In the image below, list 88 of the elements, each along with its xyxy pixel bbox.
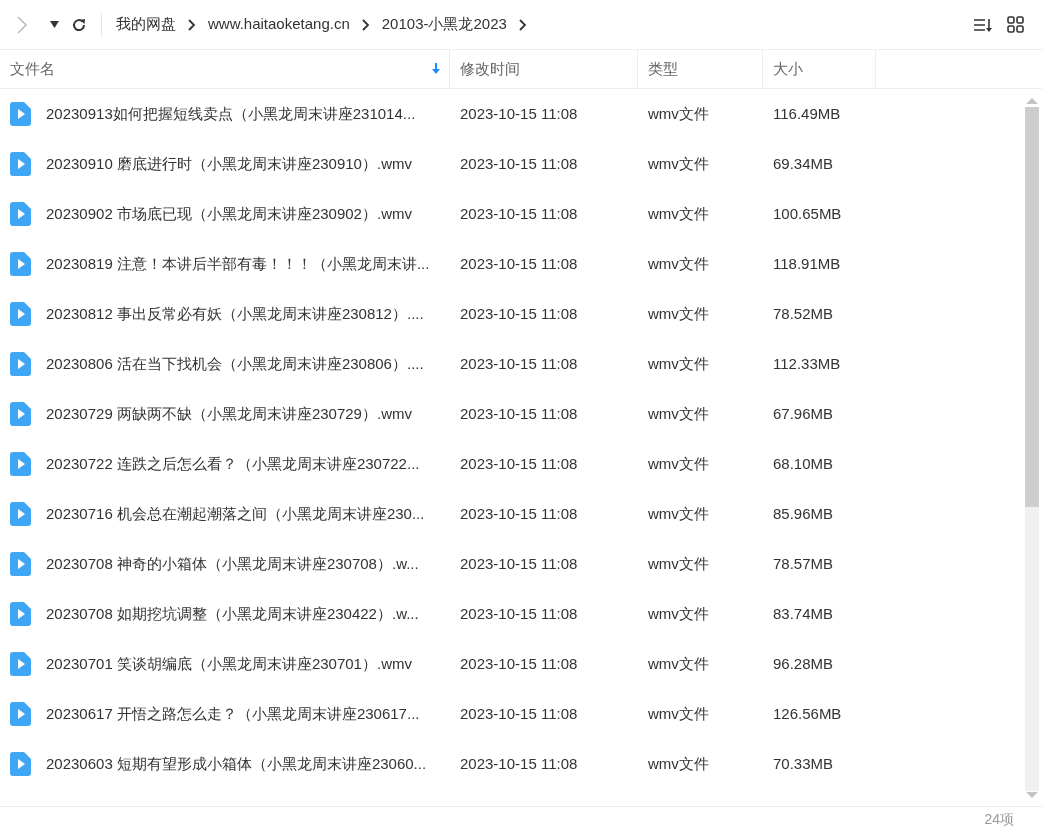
refresh-icon[interactable] — [71, 16, 87, 33]
file-type: wmv文件 — [648, 404, 709, 422]
video-file-icon — [10, 152, 31, 176]
column-header[interactable]: 大小 — [763, 50, 876, 88]
chevron-icon — [188, 18, 196, 31]
grid-view-icon[interactable] — [1007, 16, 1024, 33]
chevron-icon — [361, 18, 370, 31]
breadcrumb-link[interactable]: 20103-小黑龙2023 — [381, 13, 507, 36]
video-file-icon — [10, 402, 31, 426]
video-file-icon — [10, 702, 31, 726]
file-size: 78.52MB — [773, 304, 834, 322]
file-name[interactable]: 20230617 开悟之路怎么走？（小黑龙周末讲座230617... — [46, 702, 420, 726]
scroll-up-icon[interactable] — [1025, 95, 1039, 105]
modified-time: 2023-10-15 11:08 — [460, 654, 578, 672]
file-name[interactable]: 20230812 事出反常必有妖（小黑龙周末讲座230812）.... — [46, 302, 424, 326]
file-name[interactable]: 20230902 市场底已现（小黑龙周末讲座230902）.wmv — [46, 202, 412, 226]
modified-time: 2023-10-15 11:08 — [460, 454, 578, 472]
item-count: 24项 — [984, 809, 1014, 829]
file-name[interactable]: 20230910 磨底进行时（小黑龙周末讲座230910）.wmv — [46, 152, 412, 176]
modified-time: 2023-10-15 11:08 — [460, 554, 578, 572]
modified-time: 2023-10-15 11:08 — [460, 504, 578, 522]
file-size: 69.34MB — [773, 154, 834, 172]
file-name[interactable]: 20230708 神奇的小箱体（小黑龙周末讲座230708）.w... — [46, 552, 419, 576]
file-type: wmv文件 — [648, 604, 709, 622]
file-size: 116.49MB — [773, 104, 841, 122]
file-type: wmv文件 — [648, 704, 709, 722]
video-file-icon — [10, 202, 31, 226]
video-file-icon — [10, 252, 31, 276]
modified-time: 2023-10-15 11:08 — [460, 204, 578, 222]
breadcrumb-link[interactable]: www.haitaoketang.cn — [208, 13, 350, 36]
file-type: wmv文件 — [648, 204, 709, 222]
column-header[interactable]: 类型 — [638, 50, 763, 88]
file-name[interactable]: 20230603 短期有望形成小箱体（小黑龙周末讲座23060... — [46, 752, 427, 776]
modified-time: 2023-10-15 11:08 — [460, 254, 578, 272]
video-file-icon — [10, 502, 31, 526]
file-size: 83.74MB — [773, 604, 834, 622]
file-type: wmv文件 — [648, 354, 709, 372]
video-file-icon — [10, 602, 31, 626]
chevron-icon — [518, 18, 527, 31]
scrollbar-thumb[interactable] — [1025, 107, 1039, 507]
file-name[interactable]: 20230701 笑谈胡编底（小黑龙周末讲座230701）.wmv — [46, 652, 412, 676]
modified-time: 2023-10-15 11:08 — [460, 154, 578, 172]
file-size: 78.57MB — [773, 554, 834, 572]
video-file-icon — [10, 102, 31, 126]
video-file-icon — [10, 552, 31, 576]
sort-icon[interactable] — [973, 16, 993, 33]
video-file-icon — [10, 652, 31, 676]
file-name[interactable]: 20230729 两缺两不缺（小黑龙周末讲座230729）.wmv — [46, 402, 412, 426]
modified-time: 2023-10-15 11:08 — [460, 354, 578, 372]
file-type: wmv文件 — [648, 304, 709, 322]
file-size: 67.96MB — [773, 404, 834, 422]
file-type: wmv文件 — [648, 454, 709, 472]
file-size: 85.96MB — [773, 504, 834, 522]
sort-arrow-icon — [431, 63, 441, 75]
file-name[interactable]: 20230708 如期挖坑调整（小黑龙周末讲座230422）.w... — [46, 602, 419, 626]
file-size: 70.33MB — [773, 754, 834, 772]
modified-time: 2023-10-15 11:08 — [460, 304, 578, 322]
file-name[interactable]: 20230716 机会总在潮起潮落之间（小黑龙周末讲座230... — [46, 502, 425, 526]
file-type: wmv文件 — [648, 754, 709, 772]
file-type: wmv文件 — [648, 104, 709, 122]
video-file-icon — [10, 302, 31, 326]
dropdown-icon[interactable] — [50, 21, 59, 28]
column-header[interactable]: 修改时间 — [450, 50, 638, 88]
forward-icon[interactable] — [16, 14, 28, 35]
modified-time: 2023-10-15 11:08 — [460, 704, 578, 722]
modified-time: 2023-10-15 11:08 — [460, 604, 578, 622]
file-type: wmv文件 — [648, 654, 709, 672]
file-size: 118.91MB — [773, 254, 841, 272]
file-size: 96.28MB — [773, 654, 834, 672]
modified-time: 2023-10-15 11:08 — [460, 754, 578, 772]
file-type: wmv文件 — [648, 504, 709, 522]
file-name[interactable]: 20230806 活在当下找机会（小黑龙周末讲座230806）.... — [46, 352, 424, 376]
file-name[interactable]: 20230819 注意！本讲后半部有毒！！！（小黑龙周末讲... — [46, 252, 430, 276]
file-size: 126.56MB — [773, 704, 842, 722]
video-file-icon — [10, 352, 31, 376]
file-size: 100.65MB — [773, 204, 842, 222]
breadcrumb-link[interactable]: 我的网盘 — [116, 13, 176, 36]
file-size: 112.33MB — [773, 354, 841, 372]
modified-time: 2023-10-15 11:08 — [460, 404, 578, 422]
video-file-icon — [10, 752, 31, 776]
file-name[interactable]: 20230722 连跌之后怎么看？（小黑龙周末讲座230722... — [46, 452, 420, 476]
file-type: wmv文件 — [648, 554, 709, 572]
file-type: wmv文件 — [648, 254, 709, 272]
video-file-icon — [10, 452, 31, 476]
modified-time: 2023-10-15 11:08 — [460, 104, 578, 122]
file-name[interactable]: 20230913如何把握短线卖点（小黑龙周末讲座231014... — [46, 102, 416, 126]
file-type: wmv文件 — [648, 154, 709, 172]
file-size: 68.10MB — [773, 454, 834, 472]
